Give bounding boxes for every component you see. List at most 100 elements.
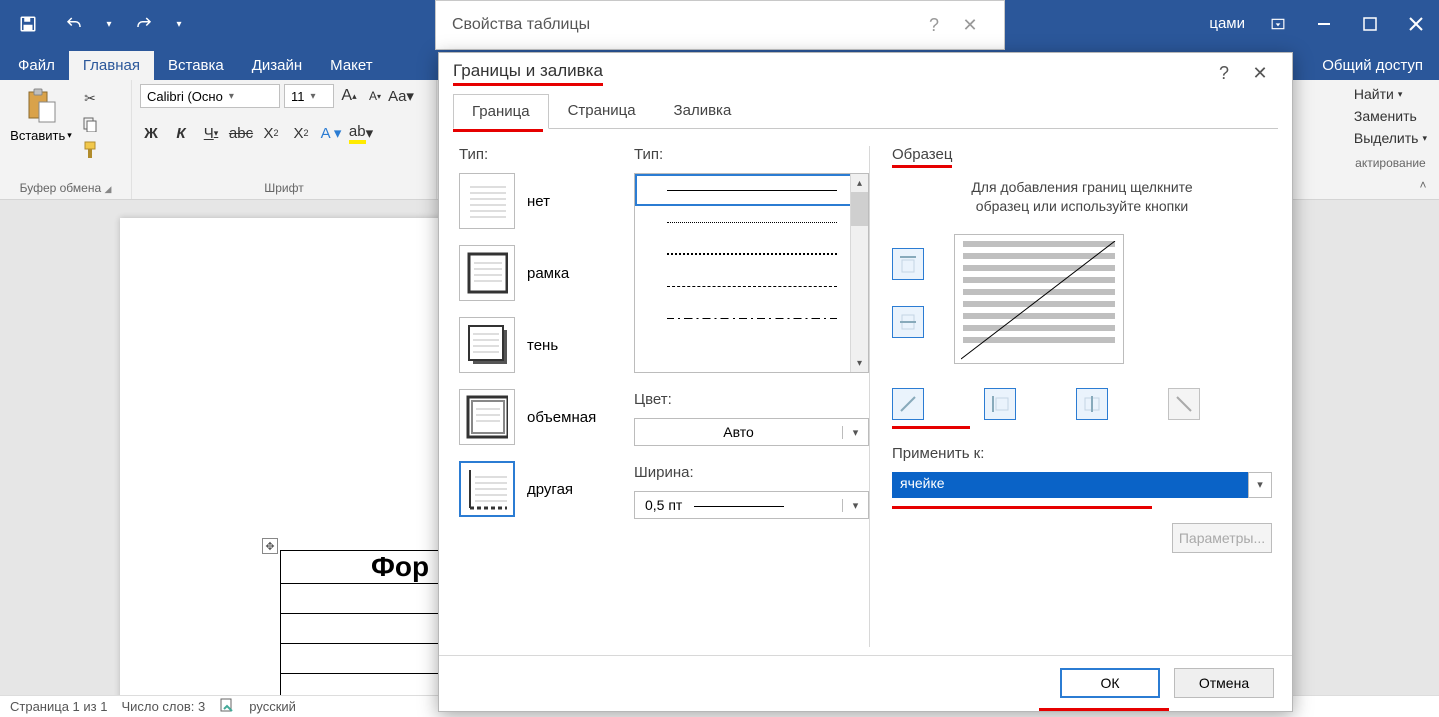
underline-button[interactable]: Ч ▾ [200, 122, 222, 144]
color-value: Авто [635, 424, 842, 440]
line-style-item[interactable] [635, 206, 868, 238]
share-button[interactable]: Общий доступ [1306, 51, 1439, 80]
close-icon[interactable] [1393, 0, 1439, 48]
ribbon-display-options-icon[interactable] [1255, 0, 1301, 48]
tab-insert[interactable]: Вставка [154, 51, 238, 80]
border-middle-h-button[interactable] [892, 306, 924, 338]
find-button[interactable]: Найти ▾ [1354, 86, 1427, 102]
collapse-ribbon-icon[interactable]: ˄ [1413, 175, 1433, 195]
superscript-button[interactable]: X2 [290, 122, 312, 144]
border-middle-v-button[interactable] [1076, 388, 1108, 420]
border-diag-up-button[interactable] [892, 388, 924, 420]
apply-to-row: Применить к: ячейке ▾ [892, 445, 1272, 509]
table-cell[interactable] [281, 614, 441, 644]
bg-dialog-close-icon[interactable]: ✕ [952, 15, 988, 36]
group-clipboard: Вставить▾ ✂ Буфер обмена ◢ [0, 80, 132, 199]
italic-button[interactable]: К [170, 122, 192, 144]
border-top-button[interactable] [892, 248, 924, 280]
width-combo[interactable]: 0,5 пт ▾ [634, 491, 869, 519]
select-button[interactable]: Выделить ▾ [1354, 130, 1427, 146]
table-cell[interactable] [281, 584, 441, 614]
status-proofing-icon[interactable] [219, 697, 235, 716]
border-type-shadow-icon [459, 317, 515, 373]
color-combo[interactable]: Авто ▾ [634, 418, 869, 446]
tab-layout[interactable]: Макет [316, 51, 386, 80]
line-style-listbox[interactable]: ▴ ▾ [634, 173, 869, 373]
border-left-button[interactable] [984, 388, 1016, 420]
table-cell-heading[interactable]: Фор [281, 551, 441, 584]
width-label: Ширина: [634, 464, 869, 481]
status-language[interactable]: русский [249, 699, 296, 714]
contextual-tab-hint: цами [1199, 0, 1255, 48]
paste-button[interactable]: Вставить▾ [8, 84, 74, 143]
scroll-up-icon[interactable]: ▴ [851, 174, 868, 192]
strike-button[interactable]: abc [230, 122, 252, 144]
redo-icon[interactable] [126, 0, 162, 48]
tab-file[interactable]: Файл [4, 51, 69, 80]
border-type-box-label: рамка [527, 265, 569, 282]
diagonal-line-icon [961, 241, 1261, 391]
status-page[interactable]: Страница 1 из 1 [10, 699, 107, 714]
tab-page-border[interactable]: Страница [549, 93, 655, 128]
paste-label: Вставить [10, 128, 65, 143]
text-effects-icon[interactable]: A ▾ [320, 122, 342, 144]
shrink-font-icon[interactable]: A▾ [364, 85, 386, 107]
dialog-footer: ОК Отмена [439, 655, 1292, 710]
cut-icon[interactable]: ✂ [80, 88, 100, 108]
tab-home[interactable]: Главная [69, 51, 154, 80]
table-move-handle-icon[interactable]: ✥ [262, 538, 278, 554]
border-type-none[interactable]: нет [459, 173, 634, 229]
line-style-item[interactable] [635, 238, 868, 270]
minimize-icon[interactable] [1301, 0, 1347, 48]
font-size-combo[interactable]: 11▾ [284, 84, 334, 108]
change-case-icon[interactable]: Aa▾ [390, 85, 412, 107]
cancel-button[interactable]: Отмена [1174, 668, 1274, 698]
undo-icon[interactable] [56, 0, 92, 48]
apply-to-combo[interactable]: ячейке ▾ [892, 472, 1272, 498]
tab-shading[interactable]: Заливка [655, 93, 751, 128]
highlight-icon[interactable]: ab▾ [350, 122, 372, 144]
chevron-down-icon: ▾ [842, 426, 868, 439]
save-icon[interactable] [10, 0, 46, 48]
preview-hint: Для добавления границ щелкнитеобразец ил… [892, 178, 1272, 216]
line-style-item[interactable] [635, 302, 868, 334]
border-style-column: Тип: ▴ ▾ Цвет: Авто ▾ Ширина: [634, 146, 869, 647]
border-type-custom[interactable]: другая [459, 461, 634, 517]
border-type-custom-icon [459, 461, 515, 517]
font-name-combo[interactable]: Calibri (Осно▾ [140, 84, 280, 108]
scroll-down-icon[interactable]: ▾ [851, 354, 868, 372]
preview-side-buttons [892, 234, 924, 338]
format-painter-icon[interactable] [80, 140, 100, 160]
preview-diagram[interactable] [954, 234, 1124, 364]
scroll-thumb[interactable] [851, 192, 868, 226]
bold-button[interactable]: Ж [140, 122, 162, 144]
border-diag-down-button[interactable] [1168, 388, 1200, 420]
undo-dropdown-icon[interactable]: ▾ [102, 0, 116, 48]
border-type-shadow[interactable]: тень [459, 317, 634, 373]
maximize-icon[interactable] [1347, 0, 1393, 48]
border-type-3d-label: объемная [527, 409, 596, 426]
document-table[interactable]: Фор [280, 550, 441, 704]
tab-border[interactable]: Граница [453, 94, 549, 129]
ok-button[interactable]: ОК [1060, 668, 1160, 698]
font-name-value: Calibri (Осно [147, 89, 223, 104]
dialog-tabs: Граница Страница Заливка [439, 93, 1292, 128]
line-style-solid[interactable] [635, 174, 868, 206]
border-type-3d[interactable]: объемная [459, 389, 634, 445]
status-words[interactable]: Число слов: 3 [121, 699, 205, 714]
table-cell[interactable] [281, 644, 441, 674]
replace-button[interactable]: Заменить [1354, 108, 1427, 124]
border-type-box[interactable]: рамка [459, 245, 634, 301]
copy-icon[interactable] [80, 114, 100, 134]
line-style-scrollbar[interactable]: ▴ ▾ [850, 174, 868, 372]
grow-font-icon[interactable]: A▴ [338, 85, 360, 107]
subscript-button[interactable]: X2 [260, 122, 282, 144]
bg-dialog-help-icon[interactable]: ? [916, 15, 952, 36]
line-style-item[interactable] [635, 270, 868, 302]
dialog-close-icon[interactable]: ✕ [1242, 63, 1278, 84]
borders-shading-dialog: Границы и заливка ? ✕ Граница Страница З… [438, 52, 1293, 712]
dialog-help-icon[interactable]: ? [1206, 63, 1242, 84]
qat-customize-icon[interactable]: ▾ [172, 0, 186, 48]
font-size-value: 11 [291, 89, 305, 104]
tab-design[interactable]: Дизайн [238, 51, 316, 80]
